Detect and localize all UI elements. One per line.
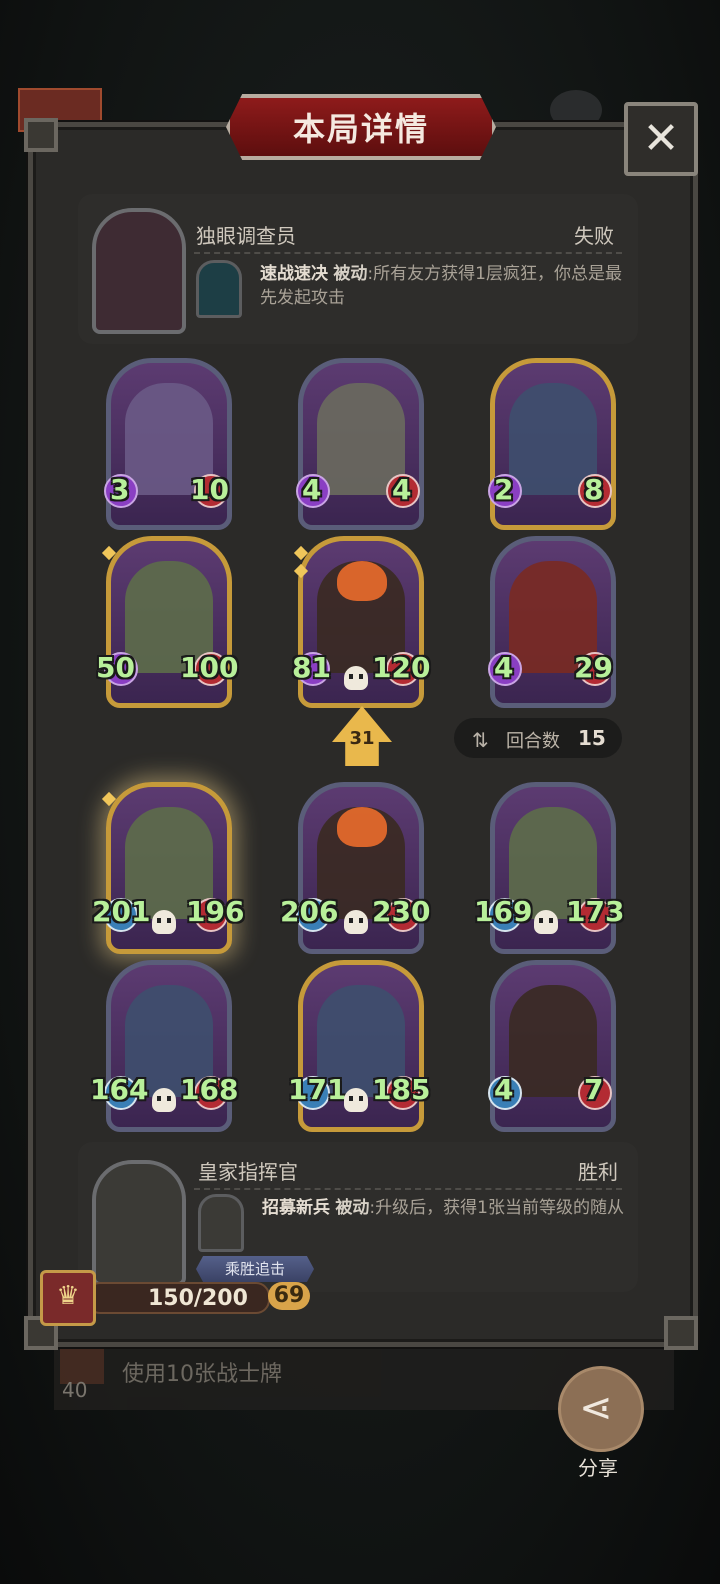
health-value: 29 (574, 651, 613, 684)
player-xp-bar: ♛ 150/200 69 (36, 1268, 310, 1326)
skull-icon (534, 910, 558, 934)
attack-value: 3 (110, 473, 130, 506)
health-value: 120 (372, 651, 431, 684)
skill-name: 招募新兵 (262, 1198, 330, 1218)
share-icon: ⋖ (579, 1385, 613, 1431)
opponent-result: 失败 (574, 224, 614, 248)
opponent-skill-text: 速战速决 被动:所有友方获得1层疯狂，你总是最先发起攻击 (260, 262, 630, 310)
attack-value: 206 (280, 895, 339, 928)
flame-icon (337, 807, 387, 847)
flame-icon (337, 561, 387, 601)
rounds-icon: ⇅ (472, 728, 489, 752)
skill-type: 被动 (335, 1198, 370, 1218)
panel-corner (664, 1316, 698, 1350)
skull-icon (344, 1088, 368, 1112)
attack-value: 2 (494, 473, 514, 506)
divider (194, 1188, 622, 1190)
health-value: 100 (180, 651, 239, 684)
rounds-value: 15 (578, 726, 606, 750)
skill-type: 被动 (333, 264, 368, 284)
skull-icon (152, 1088, 176, 1112)
attack-value: 169 (474, 895, 533, 928)
health-value: 196 (186, 895, 245, 928)
attack-value: 4 (494, 1073, 514, 1106)
health-value: 7 (584, 1073, 604, 1106)
player-result: 胜利 (578, 1160, 618, 1184)
player-skill-text: 招募新兵 被动:升级后，获得1张当前等级的随从 (262, 1196, 630, 1220)
rounds-label: 回合数 (506, 731, 560, 752)
page-title: 本局详情 (292, 110, 429, 148)
health-value: 168 (180, 1073, 239, 1106)
health-value: 8 (584, 473, 604, 506)
skill-desc: :升级后，获得1张当前等级的随从 (369, 1198, 624, 1218)
quest-count: 40 (62, 1378, 88, 1402)
crown-icon: ♛ (40, 1270, 96, 1326)
health-value: 185 (372, 1073, 431, 1106)
close-icon: ✕ (642, 113, 680, 164)
attack-value: 164 (90, 1073, 149, 1106)
attack-value: 171 (288, 1073, 347, 1106)
xp-value: 150/200 (148, 1286, 248, 1311)
opponent-name: 独眼调查员 (196, 224, 296, 248)
attack-value: 201 (92, 895, 151, 928)
player-skill-icon[interactable] (198, 1194, 244, 1252)
health-value: 4 (392, 473, 412, 506)
opponent-avatar[interactable] (92, 208, 186, 334)
opponent-hero-section: 独眼调查员 失败 速战速决 被动:所有友方获得1层疯狂，你总是最先发起攻击 (78, 194, 638, 344)
title-plate: 本局详情 (226, 94, 496, 160)
divider (194, 252, 622, 254)
attack-value: 50 (96, 651, 135, 684)
attack-value: 4 (302, 473, 322, 506)
attack-value: 81 (292, 651, 331, 684)
health-value: 173 (566, 895, 625, 928)
panel-corner (24, 118, 58, 152)
quest-text: 使用10张战士牌 (122, 1362, 282, 1387)
skull-icon (344, 910, 368, 934)
health-value: 10 (190, 473, 229, 506)
player-level: 69 (268, 1282, 310, 1310)
skull-icon (152, 910, 176, 934)
opponent-skill-icon[interactable] (196, 260, 242, 318)
skull-icon (344, 666, 368, 690)
skill-name: 速战速决 (260, 264, 328, 284)
health-value: 230 (372, 895, 431, 928)
rounds-counter: ⇅ 回合数 15 (454, 718, 622, 758)
attack-value: 4 (494, 651, 514, 684)
share-label[interactable]: 分享 (578, 1452, 618, 1481)
share-button[interactable]: ⋖ (558, 1366, 644, 1452)
player-name: 皇家指挥官 (198, 1160, 298, 1184)
close-button[interactable]: ✕ (624, 102, 698, 176)
